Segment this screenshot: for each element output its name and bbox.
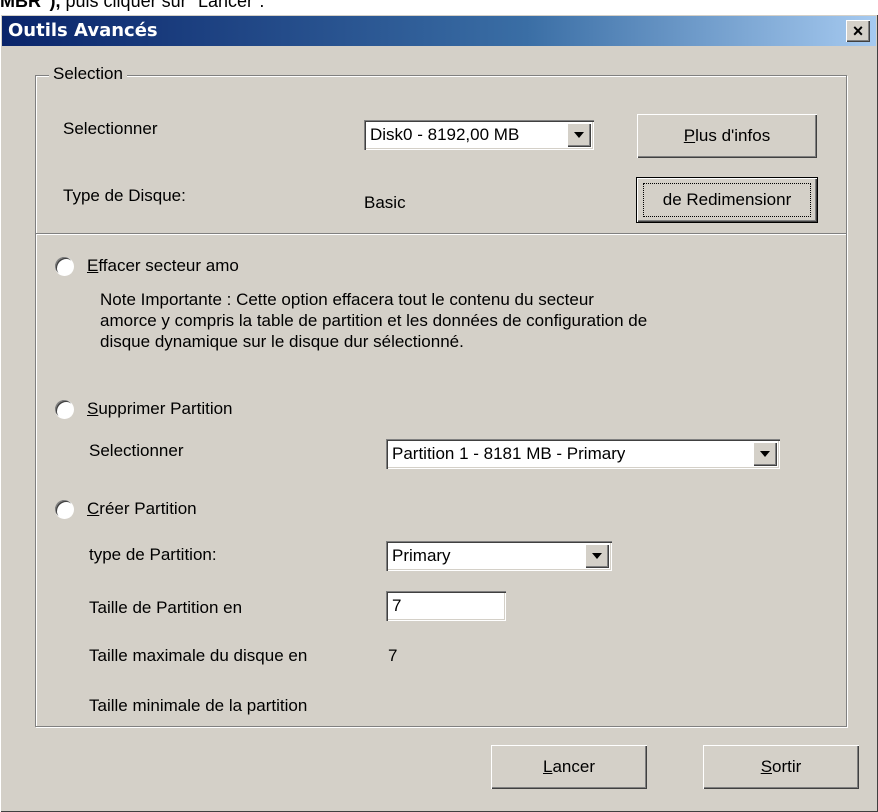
more-info-button[interactable]: Plus d'infos	[637, 114, 817, 158]
close-icon: ×	[852, 21, 864, 41]
disk-type-value: Basic	[364, 193, 406, 212]
section-divider	[36, 233, 846, 235]
chevron-down-icon[interactable]	[753, 442, 777, 466]
erase-boot-sector-label[interactable]: Effacer secteur amo	[87, 256, 239, 276]
title-bar: Outils Avancés ×	[2, 16, 876, 46]
disk-select-value: Disk0 - 8192,00 MB	[370, 125, 520, 144]
erase-note: Note Importante : Cette option effacera …	[100, 290, 648, 351]
create-partition-radio[interactable]	[55, 500, 74, 519]
partition-size-input[interactable]: 7	[386, 591, 506, 621]
partition-select[interactable]: Partition 1 - 8181 MB - Primary	[386, 439, 780, 469]
min-partition-size-label: Taille minimale de la partition	[89, 696, 308, 715]
partition-select-label: Selectionner	[89, 441, 184, 460]
max-disk-size-label: Taille maximale du disque en	[89, 646, 308, 665]
delete-partition-radio[interactable]	[55, 400, 74, 419]
chevron-down-icon[interactable]	[585, 544, 609, 568]
close-button[interactable]: ×	[846, 20, 870, 42]
partition-select-value: Partition 1 - 8181 MB - Primary	[392, 444, 626, 463]
partition-size-label: Taille de Partition en	[89, 598, 243, 617]
selection-group-label: Selection	[49, 64, 127, 84]
partition-type-select[interactable]: Primary	[386, 541, 612, 571]
disk-select-label: Selectionner	[63, 119, 158, 138]
exit-button[interactable]: Sortir	[703, 745, 859, 789]
chevron-down-icon[interactable]	[567, 123, 591, 147]
max-disk-size-value: 7	[388, 646, 398, 665]
delete-partition-label[interactable]: Supprimer Partition	[87, 399, 233, 419]
window-title: Outils Avancés	[8, 20, 158, 41]
create-partition-label[interactable]: Créer Partition	[87, 499, 197, 519]
resize-button[interactable]: de Redimensionr	[637, 178, 817, 222]
partition-type-label: type de Partition:	[89, 545, 217, 564]
disk-select[interactable]: Disk0 - 8192,00 MB	[364, 120, 594, 150]
launch-button[interactable]: Lancer	[491, 745, 647, 789]
erase-boot-sector-radio[interactable]	[55, 257, 74, 276]
instruction-text: MBR"), puis cliquer sur "Lancer".	[0, 0, 265, 11]
disk-type-label: Type de Disque:	[63, 186, 186, 205]
partition-type-value: Primary	[392, 546, 451, 565]
